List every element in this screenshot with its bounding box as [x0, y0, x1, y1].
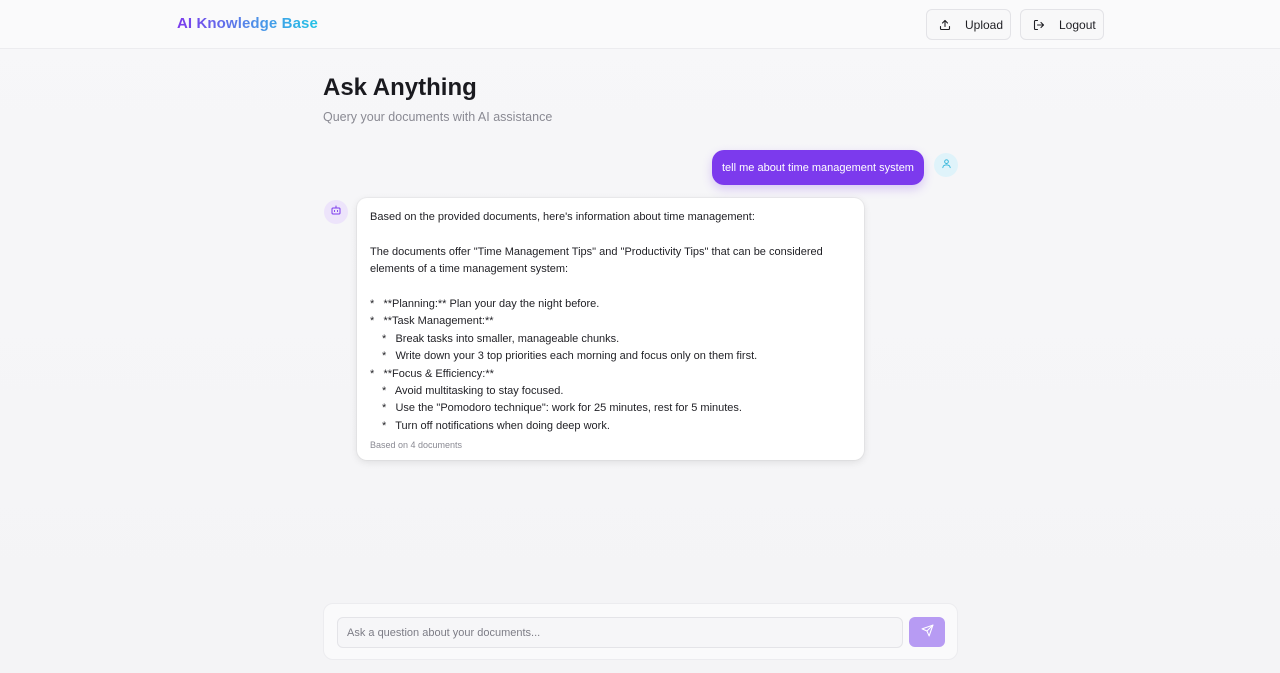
page-subtitle: Query your documents with AI assistance [323, 110, 553, 124]
page-title: Ask Anything [323, 74, 477, 101]
assistant-line-gap [370, 279, 852, 296]
assistant-sub-bullet: * Avoid multitasking to stay focused. [382, 384, 564, 397]
user-message-text: tell me about time management system [722, 161, 914, 174]
assistant-bullet: * **Focus & Efficiency:** [370, 367, 494, 380]
assistant-bullet: * **Planning:** Plan your day the night … [370, 297, 600, 310]
user-icon [941, 156, 952, 174]
logout-icon [1033, 19, 1045, 31]
bot-icon [330, 203, 342, 221]
logout-button[interactable]: Logout [1020, 9, 1104, 40]
logout-label: Logout [1059, 17, 1096, 32]
assistant-sub-bullet: * Break tasks into smaller, manageable c… [382, 332, 620, 345]
assistant-line: elements of a time management system: [370, 263, 569, 276]
assistant-line: The documents offer "Time Management Tip… [370, 245, 823, 258]
send-button[interactable] [909, 617, 945, 647]
app-page: AI Knowledge Base Upload Logout Ask Anyt… [0, 0, 1280, 673]
upload-label: Upload [965, 17, 1004, 32]
question-input[interactable] [337, 617, 903, 648]
assistant-avatar [324, 200, 348, 224]
source-count-note: Based on 4 documents [370, 440, 463, 450]
composer-bar [323, 603, 958, 660]
assistant-bullet: * **Task Management:** [370, 315, 494, 328]
assistant-sub-bullet: * Turn off notifications when doing deep… [382, 419, 610, 432]
assistant-sub-bullet: * Write down your 3 top priorities each … [382, 350, 758, 363]
user-avatar [934, 153, 958, 177]
top-header: AI Knowledge Base Upload Logout [0, 0, 1280, 49]
upload-button[interactable]: Upload [926, 9, 1011, 40]
user-message-bubble: tell me about time management system [712, 150, 924, 185]
assistant-message-card: Based on the provided documents, here's … [357, 198, 864, 460]
assistant-line: Based on the provided documents, here's … [370, 211, 755, 223]
assistant-line-gap [370, 226, 852, 243]
upload-icon [939, 19, 951, 31]
assistant-sub-bullet: * Use the "Pomodoro technique": work for… [382, 402, 742, 415]
brand-logo[interactable]: AI Knowledge Base [177, 15, 318, 32]
send-icon [921, 624, 934, 640]
